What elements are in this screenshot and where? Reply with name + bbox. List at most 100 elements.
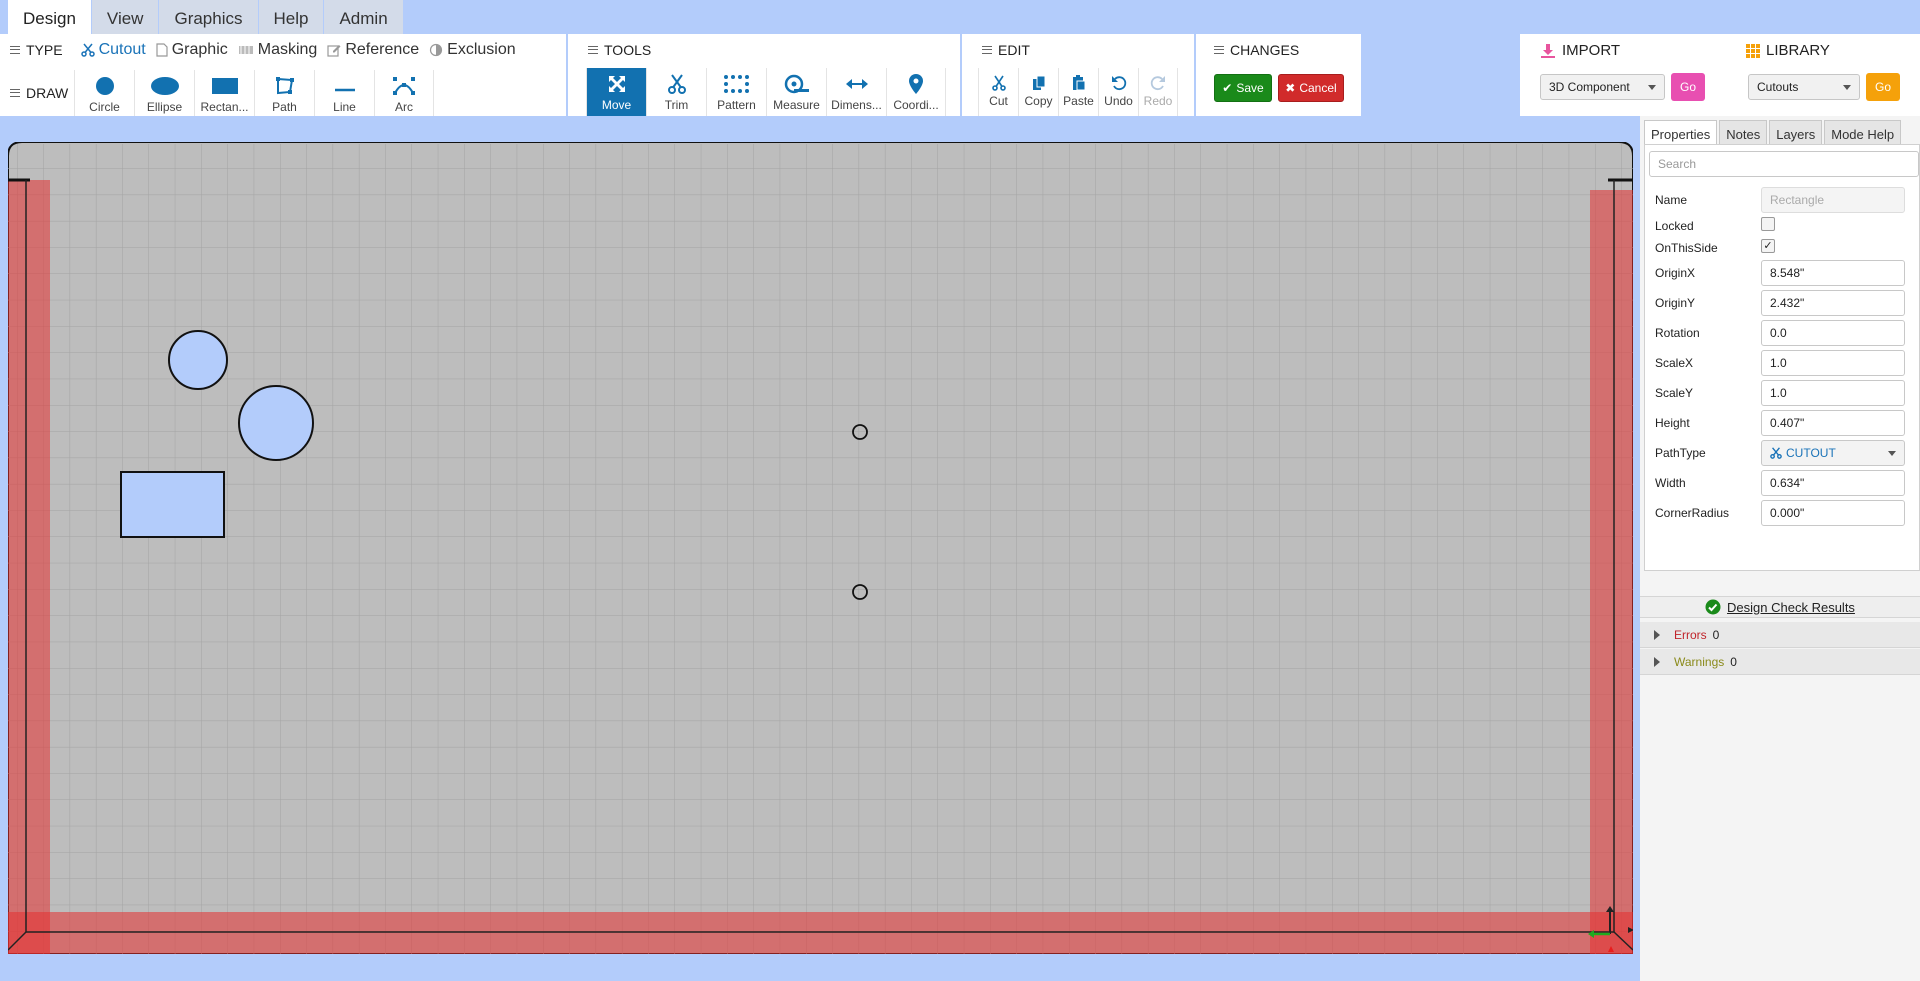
draw-rectangle-label: Rectan... bbox=[200, 100, 249, 114]
save-button[interactable]: ✔ Save bbox=[1214, 74, 1272, 102]
onthisside-checkbox[interactable]: ✓ bbox=[1761, 239, 1775, 253]
tool-coordinate[interactable]: Coordi... bbox=[886, 68, 946, 116]
edit-paste[interactable]: Paste bbox=[1058, 68, 1098, 116]
prop-width-row: Width 0.634" bbox=[1645, 468, 1920, 498]
rotation-field[interactable]: 0.0 bbox=[1761, 320, 1905, 346]
import-type-select[interactable]: 3D Component bbox=[1540, 74, 1665, 100]
type-exclusion[interactable]: Exclusion bbox=[429, 41, 516, 59]
tab-properties[interactable]: Properties bbox=[1644, 120, 1718, 144]
edit-title: EDIT bbox=[998, 42, 1030, 58]
type-draw-panel: TYPE Cutout Graphic Masking Reference Ex… bbox=[0, 34, 566, 116]
prop-name-label: Name bbox=[1655, 193, 1688, 207]
draw-arc-label: Arc bbox=[395, 100, 413, 114]
draw-path-tool[interactable]: Path bbox=[254, 70, 314, 116]
draw-line-tool[interactable]: Line bbox=[314, 70, 374, 116]
download-icon bbox=[1541, 43, 1555, 58]
edit-cut[interactable]: Cut bbox=[978, 68, 1018, 116]
edit-undo[interactable]: Undo bbox=[1098, 68, 1138, 116]
type-reference[interactable]: Reference bbox=[327, 41, 419, 59]
type-label: TYPE bbox=[10, 42, 63, 58]
height-field[interactable]: 0.407" bbox=[1761, 410, 1905, 436]
type-graphic[interactable]: Graphic bbox=[156, 41, 228, 59]
circle-cutout[interactable] bbox=[168, 330, 228, 390]
tool-trim[interactable]: Trim bbox=[646, 68, 706, 116]
close-icon: ✖ bbox=[1285, 81, 1296, 95]
copy-icon bbox=[1032, 75, 1045, 90]
warnings-label: Warnings bbox=[1674, 654, 1725, 669]
type-graphic-label: Graphic bbox=[171, 41, 228, 58]
library-value: Cutouts bbox=[1757, 80, 1799, 94]
draw-rectangle-tool[interactable]: Rectan... bbox=[194, 70, 254, 116]
tab-view[interactable]: View bbox=[91, 0, 159, 34]
tool-coordinate-label: Coordi... bbox=[893, 98, 939, 112]
tool-move[interactable]: Move bbox=[586, 68, 646, 116]
menu-icon bbox=[1214, 46, 1224, 54]
path-icon bbox=[275, 77, 294, 95]
prop-scaley-label: ScaleY bbox=[1655, 386, 1694, 400]
rectangle-cutout[interactable] bbox=[120, 471, 225, 538]
type-label-text: TYPE bbox=[26, 42, 63, 58]
warnings-count: 0 bbox=[1730, 654, 1737, 669]
circle-cutout[interactable] bbox=[238, 385, 314, 461]
tab-help[interactable]: Help bbox=[258, 0, 324, 34]
edit-copy[interactable]: Copy bbox=[1018, 68, 1058, 116]
library-select[interactable]: Cutouts bbox=[1748, 74, 1860, 100]
draw-label-text: DRAW bbox=[26, 85, 69, 101]
tab-notes[interactable]: Notes bbox=[1719, 120, 1768, 144]
tab-design[interactable]: Design bbox=[8, 0, 91, 34]
edit-copy-label: Copy bbox=[1024, 94, 1053, 108]
tool-measure[interactable]: Measure bbox=[766, 68, 826, 116]
cancel-label: Cancel bbox=[1299, 81, 1337, 95]
tools-row: Move Trim Pattern Measure Dimens... Coor… bbox=[586, 68, 946, 116]
prop-originy-label: OriginY bbox=[1655, 296, 1696, 310]
design-check-header[interactable]: Design Check Results bbox=[1640, 596, 1920, 618]
chevron-down-icon bbox=[1648, 85, 1656, 90]
import-library-panel: IMPORT 3D Component Go LIBRARY Cutouts G… bbox=[1520, 34, 1920, 116]
document-icon bbox=[156, 43, 168, 57]
tool-pattern-label: Pattern bbox=[717, 98, 756, 112]
save-label: Save bbox=[1236, 81, 1264, 95]
warnings-row[interactable]: Warnings 0 bbox=[1640, 649, 1920, 675]
prop-scaley-row: ScaleY 1.0 bbox=[1645, 378, 1920, 408]
locked-checkbox[interactable] bbox=[1761, 217, 1775, 231]
draw-circle-label: Circle bbox=[89, 100, 120, 114]
edit-redo[interactable]: Redo bbox=[1138, 68, 1178, 116]
library-go-button[interactable]: Go bbox=[1866, 73, 1900, 101]
cancel-button[interactable]: ✖ Cancel bbox=[1278, 74, 1344, 102]
scaley-field[interactable]: 1.0 bbox=[1761, 380, 1905, 406]
exclusion-zone-right bbox=[1590, 190, 1633, 954]
errors-row[interactable]: Errors 0 bbox=[1640, 622, 1920, 648]
tab-mode-help[interactable]: Mode Help bbox=[1824, 120, 1902, 144]
draw-ellipse-tool[interactable]: Ellipse bbox=[134, 70, 194, 116]
changes-title: CHANGES bbox=[1230, 42, 1300, 58]
edit-redo-label: Redo bbox=[1143, 94, 1173, 108]
type-masking[interactable]: Masking bbox=[238, 41, 317, 59]
tab-admin[interactable]: Admin bbox=[324, 0, 403, 34]
draw-arc-tool[interactable]: Arc bbox=[374, 70, 434, 116]
cornerradius-field[interactable]: 0.000" bbox=[1761, 500, 1905, 526]
scalex-field[interactable]: 1.0 bbox=[1761, 350, 1905, 376]
originx-field[interactable]: 8.548" bbox=[1761, 260, 1905, 286]
tab-layers[interactable]: Layers bbox=[1769, 120, 1823, 144]
tool-pattern[interactable]: Pattern bbox=[706, 68, 766, 116]
library-grid-icon bbox=[1746, 43, 1760, 58]
prop-width-label: Width bbox=[1655, 476, 1686, 490]
tab-graphics[interactable]: Graphics bbox=[159, 0, 258, 34]
circle-icon bbox=[95, 77, 114, 95]
exclusion-zone-left bbox=[8, 180, 50, 954]
width-field[interactable]: 0.634" bbox=[1761, 470, 1905, 496]
prop-onthisside-label: OnThisSide bbox=[1655, 241, 1718, 255]
pathtype-select[interactable]: CUTOUT bbox=[1761, 440, 1905, 466]
draw-line-label: Line bbox=[333, 100, 356, 114]
search-input[interactable] bbox=[1649, 151, 1919, 177]
tool-dimension[interactable]: Dimens... bbox=[826, 68, 886, 116]
type-cutout[interactable]: Cutout bbox=[80, 41, 146, 59]
prop-scalex-row: ScaleX 1.0 bbox=[1645, 348, 1920, 378]
originy-field[interactable]: 2.432" bbox=[1761, 290, 1905, 316]
design-canvas[interactable] bbox=[0, 116, 1640, 981]
right-panel: Properties Notes Layers Mode Help Name R… bbox=[1640, 116, 1920, 981]
panel-board[interactable] bbox=[8, 142, 1633, 954]
menu-icon bbox=[982, 46, 992, 54]
draw-circle-tool[interactable]: Circle bbox=[74, 70, 134, 116]
import-go-button[interactable]: Go bbox=[1671, 73, 1705, 101]
